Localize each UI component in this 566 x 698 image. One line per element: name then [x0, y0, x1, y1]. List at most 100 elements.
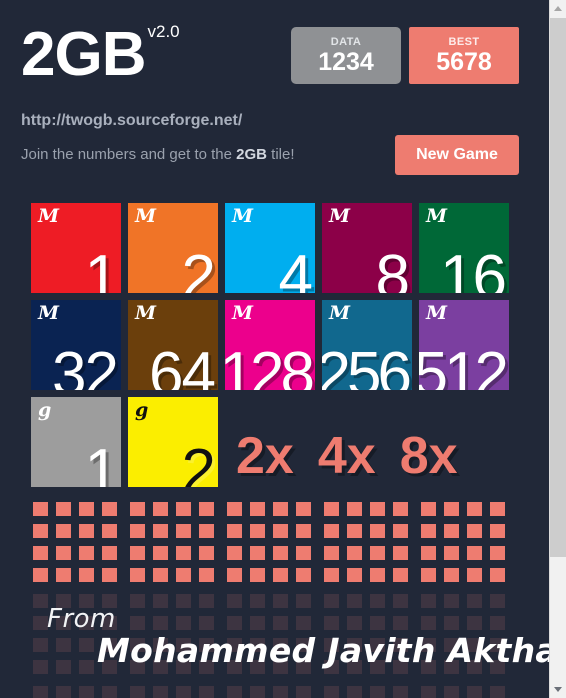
matrix-dot [79, 502, 94, 516]
matrix-dot [227, 502, 242, 516]
tile-8M: M8 [322, 203, 412, 293]
matrix-dot [33, 546, 48, 560]
logo-block: 2GB v2.0 [21, 22, 180, 86]
matrix-dot [227, 568, 242, 582]
matrix-dot [490, 594, 505, 608]
matrix-dot [227, 546, 242, 560]
matrix-dot [324, 594, 339, 608]
matrix-dot [130, 502, 145, 516]
project-url-link[interactable]: http://twogb.sourceforge.net/ [21, 112, 242, 130]
tile-value-label: 16 [440, 243, 507, 294]
tile-64M: M 64 [128, 300, 218, 390]
dot-cell [33, 686, 130, 698]
matrix-dot [324, 616, 339, 630]
matrix-dot [347, 686, 362, 698]
matrix-dot [33, 686, 48, 698]
matrix-dot [324, 686, 339, 698]
matrix-dot [250, 502, 265, 516]
matrix-dot [79, 638, 94, 652]
matrix-dot [33, 638, 48, 652]
matrix-dot [296, 546, 311, 560]
matrix-dot [227, 686, 242, 698]
vertical-scrollbar[interactable] [549, 0, 566, 698]
matrix-dot [153, 594, 168, 608]
matrix-dot [250, 524, 265, 538]
matrix-dot [227, 616, 242, 630]
matrix-dot [490, 616, 505, 630]
matrix-dot [250, 686, 265, 698]
scrollbar-thumb[interactable] [550, 18, 566, 557]
matrix-dot [33, 524, 48, 538]
tile-unit-label: M [38, 302, 60, 324]
matrix-dot [199, 524, 214, 538]
tile-512M: M 512 [419, 300, 509, 390]
tile-value-label: 8 [375, 243, 411, 294]
matrix-dot [56, 568, 71, 582]
matrix-dot [467, 616, 482, 630]
matrix-dot [370, 686, 385, 698]
multiplier-2x: 2x [236, 427, 294, 485]
tile-1M: M1 [31, 203, 121, 293]
matrix-dot [130, 546, 145, 560]
tile-unit-label: M [329, 205, 351, 227]
matrix-dot [467, 568, 482, 582]
matrix-dot [130, 616, 145, 630]
scroll-down-button[interactable] [550, 681, 566, 698]
tile-value-label: 2 [181, 437, 217, 488]
tile-unit-label: M [426, 205, 448, 227]
matrix-dot [273, 568, 288, 582]
tagline-prefix: Join the numbers and get to the [21, 146, 237, 163]
scroll-up-button[interactable] [550, 0, 566, 17]
tile-256M: M 256 [322, 300, 412, 390]
matrix-dot [444, 686, 459, 698]
matrix-dot [444, 546, 459, 560]
tile-value-label: 512 [419, 340, 509, 391]
matrix-dot [56, 686, 71, 698]
matrix-dot [102, 524, 117, 538]
matrix-dot [296, 686, 311, 698]
matrix-dot [56, 502, 71, 516]
dot-cell [130, 502, 227, 594]
matrix-dot [130, 568, 145, 582]
matrix-dot [199, 502, 214, 516]
matrix-dot [199, 568, 214, 582]
dot-cell [227, 686, 324, 698]
matrix-dot [296, 568, 311, 582]
new-game-button[interactable]: New Game [395, 135, 519, 175]
signature-name: Mohammed Javith Akthar [97, 631, 549, 670]
matrix-dot [56, 524, 71, 538]
tile-2M: M2 [128, 203, 218, 293]
matrix-dot [153, 568, 168, 582]
matrix-dot [296, 502, 311, 516]
matrix-dot [393, 524, 408, 538]
dot-cell [421, 502, 518, 594]
matrix-dot [421, 616, 436, 630]
matrix-dot [467, 524, 482, 538]
dot-cell [324, 686, 421, 698]
tile-4M: M4 [225, 203, 315, 293]
matrix-dot [153, 502, 168, 516]
matrix-dot [79, 660, 94, 674]
matrix-dot [102, 568, 117, 582]
matrix-dot [467, 686, 482, 698]
matrix-dot [102, 686, 117, 698]
score-box-data: DATA 1234 [291, 27, 401, 84]
matrix-dot [347, 568, 362, 582]
matrix-dot [370, 502, 385, 516]
matrix-dot [56, 638, 71, 652]
matrix-dot [227, 594, 242, 608]
matrix-dot [421, 546, 436, 560]
matrix-dot [421, 686, 436, 698]
matrix-dot [370, 524, 385, 538]
matrix-dot [296, 616, 311, 630]
tile-unit-label: M [135, 205, 157, 227]
matrix-dot [250, 546, 265, 560]
game-page: 2GB v2.0 DATA 1234 BEST 5678 http://twog… [0, 0, 549, 698]
matrix-dot [130, 686, 145, 698]
matrix-dot [467, 594, 482, 608]
matrix-dot [153, 524, 168, 538]
tile-unit-label: M [426, 302, 448, 324]
tile-value-label: 1 [84, 243, 120, 294]
score-label-best: BEST [448, 36, 480, 48]
matrix-dot [296, 594, 311, 608]
